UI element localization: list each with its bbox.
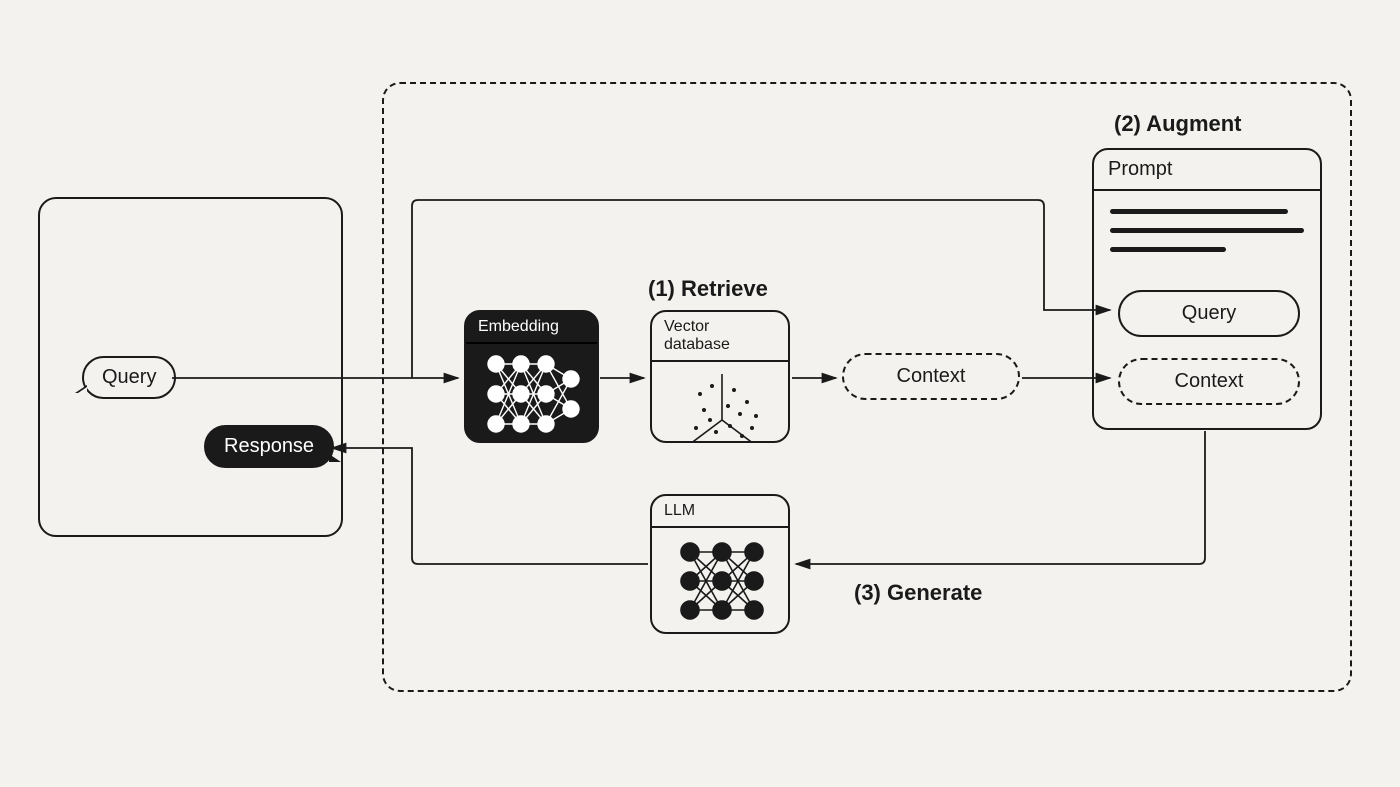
prompt-lines-icon — [1094, 191, 1320, 252]
vector-db-card: Vector database — [650, 310, 790, 443]
query-label: Query — [102, 366, 156, 388]
prompt-context-pill: Context — [1118, 358, 1300, 405]
llm-header: LLM — [652, 496, 788, 528]
stage-retrieve: (1) Retrieve — [648, 276, 768, 302]
prompt-query-pill: Query — [1118, 290, 1300, 337]
embedding-card: Embedding — [464, 310, 599, 443]
llm-card: LLM — [650, 494, 790, 634]
response-label: Response — [224, 435, 314, 457]
prompt-context-label: Context — [1175, 370, 1244, 392]
context-pill-label: Context — [897, 365, 966, 387]
vector-db-icon — [652, 362, 788, 443]
context-pill: Context — [842, 353, 1020, 400]
embedding-header: Embedding — [466, 312, 597, 344]
embedding-icon — [466, 344, 597, 439]
vector-db-header: Vector database — [652, 312, 788, 362]
prompt-card: Prompt Query Context — [1092, 148, 1322, 430]
stage-generate: (3) Generate — [854, 580, 982, 606]
query-bubble: Query — [82, 356, 176, 399]
stage-augment: (2) Augment — [1114, 111, 1242, 137]
llm-icon — [652, 528, 788, 630]
response-bubble: Response — [204, 425, 334, 468]
prompt-title: Prompt — [1094, 150, 1320, 191]
prompt-query-label: Query — [1182, 302, 1236, 324]
